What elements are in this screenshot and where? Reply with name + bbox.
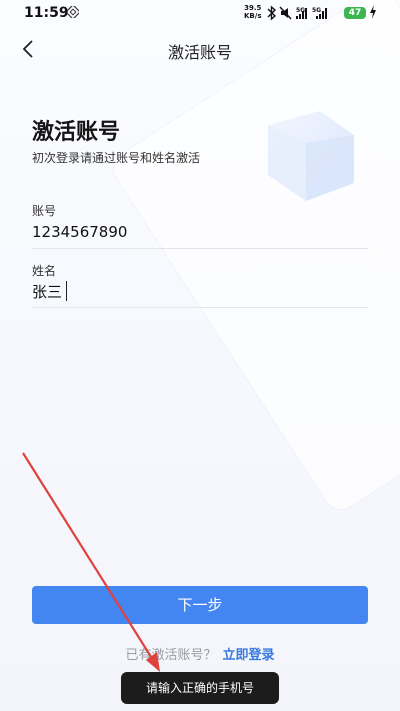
- next-step-button[interactable]: 下一步: [32, 586, 368, 624]
- bluetooth-icon: [267, 5, 277, 21]
- account-input[interactable]: [32, 216, 368, 249]
- network-speed: 39.5 KB/s: [244, 4, 262, 20]
- charging-icon: [370, 5, 376, 19]
- login-prompt: 已有激活账号？ 立即登录: [0, 644, 400, 663]
- battery-indicator: 47: [344, 7, 366, 19]
- signal-1-icon: 5G: [296, 7, 307, 19]
- signal-2-icon: 5G: [312, 7, 327, 19]
- text-cursor: [66, 281, 67, 301]
- decorative-cube-illustration: [268, 111, 354, 201]
- login-link[interactable]: 立即登录: [223, 648, 275, 663]
- login-question: 已有激活账号？: [125, 648, 217, 663]
- header-title: 激活账号: [167, 43, 232, 62]
- page-subtitle: 初次登录请通过账号和姓名激活: [32, 151, 201, 165]
- status-icons: 5G 5G: [267, 5, 327, 21]
- navigation-header: 激活账号: [0, 30, 400, 70]
- status-bar: 11:59 39.5 KB/s 5G 5G 47: [0, 0, 400, 26]
- mute-icon: [279, 6, 292, 20]
- name-input[interactable]: [32, 275, 368, 308]
- toast-message: 请输入正确的手机号: [121, 672, 279, 704]
- network-2-label: 5G: [312, 7, 321, 14]
- status-time: 11:59: [24, 5, 69, 21]
- page-title: 激活账号: [32, 120, 121, 145]
- cast-icon: [67, 6, 79, 18]
